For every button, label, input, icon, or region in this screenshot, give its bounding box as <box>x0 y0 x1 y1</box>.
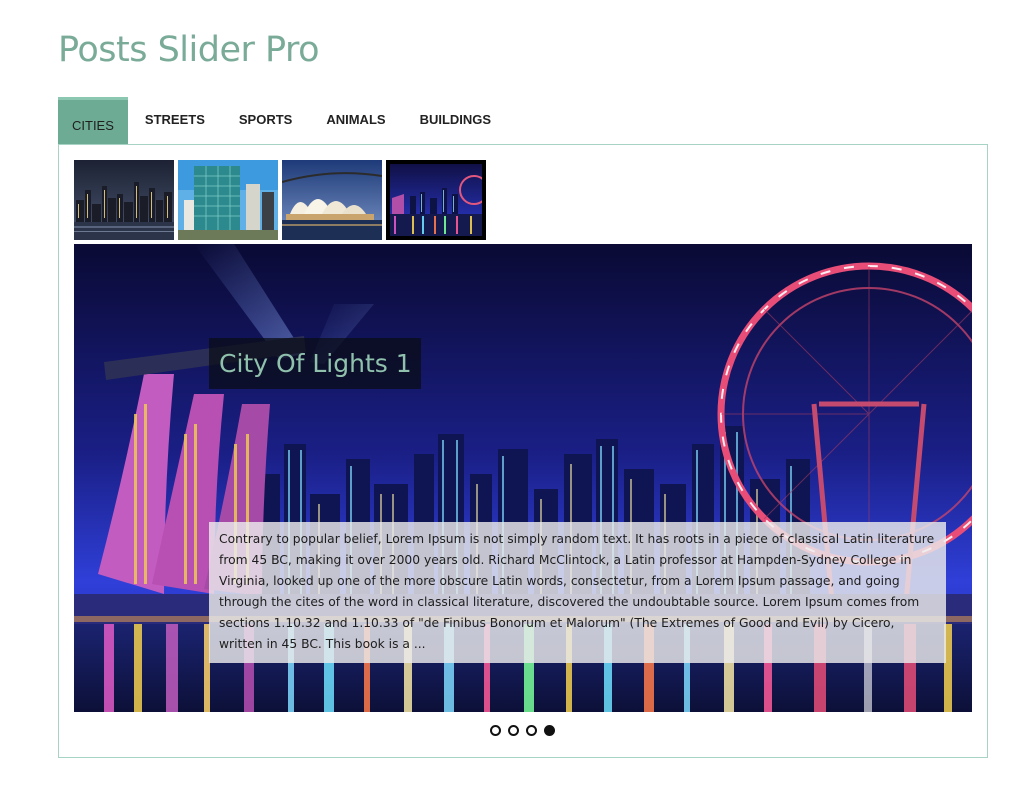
opera-house-thumbnail-image <box>282 160 382 240</box>
pagination-dot-2[interactable] <box>508 725 519 736</box>
city-of-lights-thumbnail-image <box>390 164 482 236</box>
thumbnail-tower[interactable] <box>178 160 278 240</box>
slide-title[interactable]: City Of Lights 1 <box>209 338 421 389</box>
main-slide[interactable]: City Of Lights 1 Contrary to popular bel… <box>74 244 972 712</box>
thumbnail-strip <box>74 160 486 240</box>
tab-cities[interactable]: CITIES <box>58 97 128 145</box>
pagination-dot-3[interactable] <box>526 725 537 736</box>
page: Posts Slider Pro CITIES STREETS SPORTS A… <box>0 0 1034 810</box>
slide-excerpt: Contrary to popular belief, Lorem Ipsum … <box>209 522 946 663</box>
slider-pagination <box>490 725 555 736</box>
category-tabs: CITIES STREETS SPORTS ANIMALS BUILDINGS <box>58 97 508 145</box>
thumbnail-city-of-lights[interactable] <box>386 160 486 240</box>
tower-thumbnail-image <box>178 160 278 240</box>
pagination-dot-4[interactable] <box>544 725 555 736</box>
thumbnail-opera-house[interactable] <box>282 160 382 240</box>
page-title: Posts Slider Pro <box>58 30 320 70</box>
pagination-dot-1[interactable] <box>490 725 501 736</box>
tab-buildings[interactable]: BUILDINGS <box>403 97 509 145</box>
tab-streets[interactable]: STREETS <box>128 97 222 145</box>
thumbnail-skyline[interactable] <box>74 160 174 240</box>
tab-sports[interactable]: SPORTS <box>222 97 309 145</box>
skyline-thumbnail-image <box>74 160 174 240</box>
slider-panel: City Of Lights 1 Contrary to popular bel… <box>58 144 988 758</box>
tab-animals[interactable]: ANIMALS <box>309 97 402 145</box>
